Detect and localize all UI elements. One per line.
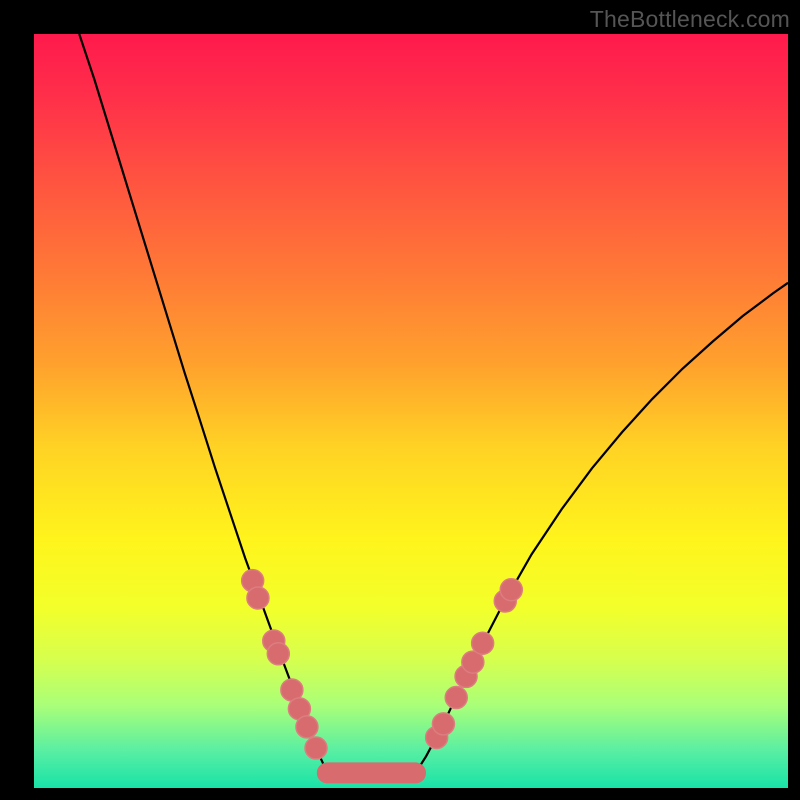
data-marker	[267, 643, 289, 665]
watermark-text: TheBottleneck.com	[590, 6, 790, 33]
data-marker	[296, 716, 318, 738]
data-marker	[247, 587, 269, 609]
bottleneck-curve	[79, 34, 788, 780]
data-marker	[472, 632, 494, 654]
plot-area	[34, 34, 788, 788]
data-marker	[500, 579, 522, 601]
chart-frame: TheBottleneck.com	[0, 0, 800, 800]
data-marker	[305, 737, 327, 759]
chart-svg	[34, 34, 788, 788]
data-marker	[432, 713, 454, 735]
data-marker	[445, 687, 467, 709]
